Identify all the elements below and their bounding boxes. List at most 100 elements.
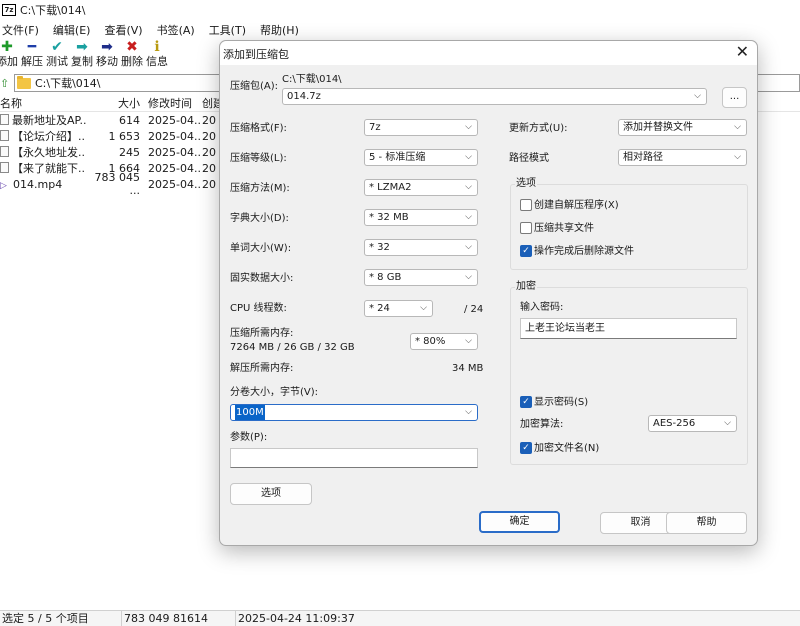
- password-input[interactable]: 上老王论坛当老王: [520, 318, 737, 339]
- show-password-label: 显示密码(S): [534, 397, 589, 408]
- menu-view[interactable]: 查看(V): [104, 22, 142, 38]
- encrypt-names-checkbox[interactable]: ✓: [520, 442, 532, 454]
- move-arrow-icon: ➡: [101, 39, 113, 55]
- address-text: C:\下载\014\: [35, 77, 101, 90]
- browse-button[interactable]: ...: [722, 87, 747, 108]
- menu-help[interactable]: 帮助(H): [260, 22, 299, 38]
- add-to-archive-dialog: 添加到压缩包 ✕ 压缩包(A): C:\下载\014\ 014.7z ⌵ ...…: [219, 40, 758, 546]
- move-button[interactable]: ➡ 移动: [96, 39, 118, 73]
- test-button[interactable]: ✔ 测试: [46, 39, 68, 73]
- memory-usage-select[interactable]: * 80% ⌵: [410, 333, 478, 350]
- cpu-threads-label: CPU 线程数:: [230, 303, 287, 314]
- compress-memory-detail: 7264 MB / 26 GB / 32 GB: [230, 342, 355, 353]
- show-password-checkbox[interactable]: ✓: [520, 396, 532, 408]
- chevron-down-icon: ⌵: [465, 242, 472, 252]
- extract-button[interactable]: ━ 解压: [21, 39, 43, 73]
- cpu-threads-max: / 24: [464, 304, 484, 315]
- path-mode-label: 路径模式: [509, 153, 549, 164]
- encrypt-names-label: 加密文件名(N): [534, 443, 600, 454]
- parameters-label: 参数(P):: [230, 432, 268, 443]
- status-selection: 选定 5 / 5 个项目: [0, 610, 122, 626]
- path-mode-select[interactable]: 相对路径 ⌵: [618, 149, 747, 166]
- 7zip-app-icon: 7z: [2, 4, 16, 16]
- menubar: 文件(F) 编辑(E) 查看(V) 书签(A) 工具(T) 帮助(H): [0, 20, 800, 39]
- compress-memory-label: 压缩所需内存:: [230, 328, 294, 339]
- chevron-down-icon: ⌵: [465, 152, 472, 162]
- menu-file[interactable]: 文件(F): [2, 22, 39, 38]
- close-icon[interactable]: ✕: [736, 43, 749, 61]
- dictionary-select[interactable]: * 32 MB ⌵: [364, 209, 478, 226]
- document-icon: [0, 130, 9, 141]
- chevron-down-icon: ⌵: [734, 122, 741, 132]
- word-size-select[interactable]: * 32 ⌵: [364, 239, 478, 256]
- shared-files-checkbox[interactable]: [520, 222, 532, 234]
- column-created[interactable]: 创建: [202, 95, 220, 111]
- options-group-title: 选项: [515, 178, 537, 190]
- column-name[interactable]: 名称: [0, 95, 86, 111]
- copy-button[interactable]: ➡ 复制: [71, 39, 93, 73]
- chevron-down-icon: ⌵: [694, 91, 701, 101]
- menu-edit[interactable]: 编辑(E): [53, 22, 91, 38]
- menu-bookmarks[interactable]: 书签(A): [157, 22, 195, 38]
- sfx-label: 创建自解压程序(X): [534, 200, 619, 211]
- status-date: 2025-04-24 11:09:37: [238, 611, 355, 625]
- sfx-checkbox[interactable]: [520, 199, 532, 211]
- cpu-threads-select[interactable]: * 24 ⌵: [364, 300, 433, 317]
- parameters-input[interactable]: [230, 448, 478, 468]
- copy-arrow-icon: ➡: [76, 39, 88, 55]
- format-select[interactable]: 7z ⌵: [364, 119, 478, 136]
- update-mode-label: 更新方式(U):: [509, 123, 568, 134]
- archive-label: 压缩包(A):: [230, 81, 279, 92]
- chevron-down-icon: ⌵: [465, 182, 472, 192]
- archive-path: C:\下载\014\: [282, 74, 342, 85]
- decompress-memory-label: 解压所需内存:: [230, 363, 294, 374]
- split-size-combo[interactable]: 100M ⌵: [230, 404, 478, 421]
- document-icon: [0, 114, 9, 125]
- format-label: 压缩格式(F):: [230, 123, 287, 134]
- info-button[interactable]: ℹ 信息: [146, 39, 168, 73]
- encryption-group-title: 加密: [515, 281, 537, 293]
- word-size-label: 单词大小(W):: [230, 243, 292, 254]
- info-icon: ℹ: [154, 39, 160, 55]
- document-icon: [0, 146, 9, 157]
- column-size[interactable]: 大小: [86, 95, 144, 111]
- options-button[interactable]: 选项: [230, 483, 312, 505]
- help-button[interactable]: 帮助: [666, 512, 747, 534]
- ok-button[interactable]: 确定: [479, 511, 560, 533]
- add-button[interactable]: ✚ 添加: [0, 39, 18, 73]
- level-label: 压缩等级(L):: [230, 153, 287, 164]
- split-size-label: 分卷大小，字节(V):: [230, 387, 319, 398]
- main-titlebar: 7z C:\下载\014\: [0, 0, 800, 20]
- folder-icon: [17, 75, 31, 89]
- chevron-down-icon: ⌵: [734, 152, 741, 162]
- dialog-title: 添加到压缩包: [223, 48, 289, 61]
- method-label: 压缩方法(M):: [230, 183, 290, 194]
- decompress-memory-value: 34 MB: [452, 363, 484, 374]
- method-select[interactable]: * LZMA2 ⌵: [364, 179, 478, 196]
- delete-after-label: 操作完成后删除源文件: [534, 246, 634, 257]
- window-title: C:\下载\014\: [20, 4, 86, 17]
- minus-icon: ━: [27, 39, 37, 55]
- column-modified[interactable]: 修改时间: [144, 95, 202, 111]
- chevron-down-icon: ⌵: [724, 418, 731, 428]
- document-icon: [0, 162, 9, 173]
- dialog-titlebar: 添加到压缩包 ✕: [220, 41, 757, 65]
- up-folder-icon[interactable]: ⇧: [0, 77, 10, 90]
- menu-tools[interactable]: 工具(T): [209, 22, 246, 38]
- update-mode-select[interactable]: 添加并替换文件 ⌵: [618, 119, 747, 136]
- archive-name-combo[interactable]: 014.7z ⌵: [282, 88, 707, 105]
- shared-files-label: 压缩共享文件: [534, 223, 594, 234]
- plus-icon: ✚: [1, 39, 13, 55]
- level-select[interactable]: 5 - 标准压缩 ⌵: [364, 149, 478, 166]
- delete-after-checkbox[interactable]: ✓: [520, 245, 532, 257]
- chevron-down-icon: ⌵: [465, 212, 472, 222]
- delete-button[interactable]: ✖ 删除: [121, 39, 143, 73]
- chevron-down-icon: ⌵: [420, 303, 427, 313]
- password-label: 输入密码:: [520, 302, 564, 313]
- chevron-down-icon: ⌵: [465, 336, 472, 346]
- encryption-method-label: 加密算法:: [520, 419, 564, 430]
- dictionary-label: 字典大小(D):: [230, 213, 289, 224]
- solid-size-select[interactable]: * 8 GB ⌵: [364, 269, 478, 286]
- encryption-method-select[interactable]: AES-256 ⌵: [648, 415, 737, 432]
- check-icon: ✔: [51, 39, 63, 55]
